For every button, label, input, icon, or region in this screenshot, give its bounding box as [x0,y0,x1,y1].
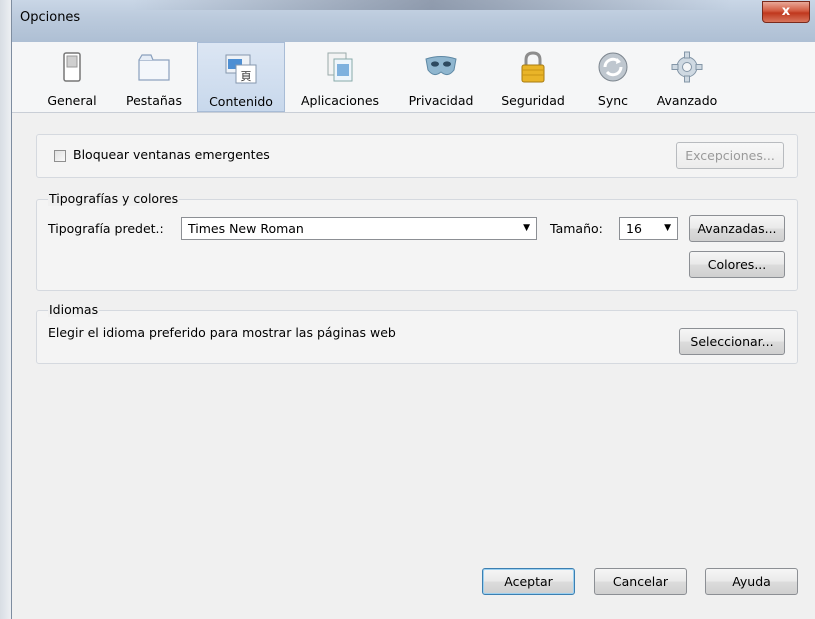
font-size-select[interactable]: 16 ▼ [619,217,678,240]
close-button[interactable]: x [762,1,810,23]
cancel-button[interactable]: Cancelar [594,568,687,595]
chevron-down-icon: ▼ [523,223,530,233]
tab-label: Avanzado [656,93,718,108]
chevron-down-icon: ▼ [664,223,671,233]
preferences-toolbar: General Pestañas 頁 Contenido Aplicacione… [12,42,815,113]
tabs-icon [138,54,170,81]
languages-group: Idiomas Elegir el idioma preferido para … [36,302,798,364]
tab-label: Pestañas [126,93,182,108]
mask-icon [425,56,457,76]
popups-group: Bloquear ventanas emergentes Excepciones… [36,134,798,178]
tab-sync[interactable]: Sync [585,42,641,112]
block-popups-label: Bloquear ventanas emergentes [73,147,270,162]
tab-general[interactable]: General [35,42,109,112]
tab-label: Contenido [209,94,273,109]
colors-button[interactable]: Colores... [689,251,785,278]
font-size-value: 16 [626,221,642,236]
tab-tabs[interactable]: Pestañas [116,42,192,112]
default-font-select[interactable]: Times New Roman ▼ [181,217,537,240]
sync-icon [598,52,628,82]
title-bar: Opciones x [12,0,815,42]
applications-icon [327,52,353,82]
tab-applications[interactable]: Aplicaciones [290,42,390,112]
tab-privacy[interactable]: Privacidad [400,42,482,112]
tab-label: Privacidad [408,93,474,108]
gear-icon [671,51,703,83]
close-icon: x [781,4,791,19]
default-font-value: Times New Roman [188,221,304,236]
tab-label: Sync [597,93,629,108]
options-window: Opciones x General Pestañas 頁 Contenido … [11,0,815,619]
ok-button[interactable]: Aceptar [482,568,575,595]
window-title: Opciones [20,10,81,25]
fonts-group-label: Tipografías y colores [48,191,180,206]
advanced-fonts-button[interactable]: Avanzadas... [689,215,785,242]
tab-label: General [47,93,97,108]
switch-icon [63,52,81,82]
languages-description: Elegir el idioma preferido para mostrar … [48,325,396,340]
help-button[interactable]: Ayuda [705,568,798,595]
content-icon: 頁 [225,54,257,84]
block-popups-checkbox[interactable] [54,150,66,162]
tab-label: Aplicaciones [300,93,380,108]
tab-label: Seguridad [501,93,565,108]
content-panel: Bloquear ventanas emergentes Excepciones… [12,113,815,619]
tab-content[interactable]: 頁 Contenido [197,42,285,112]
fonts-colors-group: Tipografías y colores Tipografía predet.… [36,191,798,291]
size-label: Tamaño: [550,221,603,236]
select-languages-button[interactable]: Seleccionar... [679,328,785,355]
tab-security[interactable]: Seguridad [491,42,575,112]
default-font-label: Tipografía predet.: [48,221,164,236]
lock-icon [521,51,545,83]
tab-advanced[interactable]: Avanzado [648,42,726,112]
svg-text:頁: 頁 [241,70,252,83]
languages-group-label: Idiomas [48,302,100,317]
exceptions-button[interactable]: Excepciones... [676,142,784,169]
